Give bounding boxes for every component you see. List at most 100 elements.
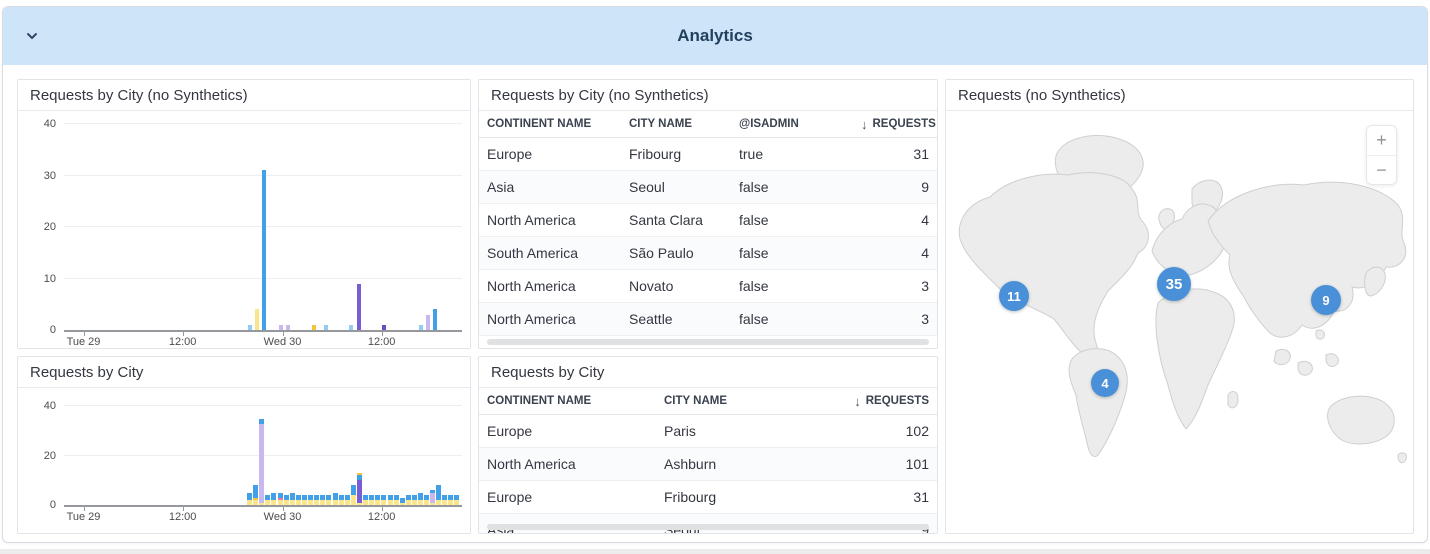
panel-title: Requests by City (no Synthetics) (18, 80, 470, 111)
bar-segment-blue (448, 495, 453, 500)
bar-segment-blue (314, 495, 319, 500)
x-axis-label: Wed 30 (264, 336, 302, 348)
bar-segment-yellow (345, 500, 350, 505)
bar-segment-lavender (426, 315, 430, 330)
panel-table-no-synthetics: Requests by City (no Synthetics) CONTINE… (478, 79, 938, 349)
bar-segment-blue (454, 495, 459, 500)
analytics-section: Analytics Requests by City (no Synthetic… (2, 6, 1428, 543)
bar-segment-yellow (326, 500, 331, 505)
column-header-label: REQUESTS (873, 118, 936, 130)
gridline (64, 123, 462, 124)
x-axis: Tue 2912:00Wed 3012:00 (64, 507, 462, 527)
table-row: North AmericaSeattlefalse3 (479, 303, 937, 336)
table-row: North AmericaAshburn101 (479, 448, 937, 481)
table-cell: false (731, 212, 853, 228)
map-bubble[interactable]: 35 (1157, 267, 1191, 301)
chevron-down-icon[interactable] (21, 25, 43, 47)
bar-segment-blue (436, 485, 441, 500)
bar-segment-blue (412, 495, 417, 500)
y-axis-label: 40 (44, 118, 56, 130)
horizontal-scrollbar[interactable] (487, 339, 929, 345)
map-bubble[interactable]: 11 (999, 281, 1029, 311)
bar-segment-purple (357, 284, 361, 330)
table-cell: Europe (479, 489, 656, 505)
bar-segment-lightblue (324, 325, 328, 330)
table-cell: 102 (842, 423, 937, 439)
x-axis-label: Tue 29 (67, 511, 101, 523)
bar-segment-lightblue (419, 325, 423, 330)
bar-segment-blue (375, 495, 380, 500)
sort-desc-icon[interactable]: ↓ (854, 394, 861, 409)
bar-segment-blue (369, 495, 374, 500)
bar-chart-all: 02040Tue 2912:00Wed 3012:00 (18, 388, 470, 527)
bar-segment-yellow (265, 500, 270, 505)
bar-chart-no-synthetics: 010203040Tue 2912:00Wed 3012:00 (18, 111, 470, 349)
table-cell: Seoul (621, 179, 731, 195)
bar-segment-blue (442, 495, 447, 500)
bar-segment-yellow (308, 500, 313, 505)
column-header-continent-name[interactable]: CONTINENT NAME (479, 118, 621, 130)
table-cell: South America (479, 245, 621, 261)
table-cell: false (731, 179, 853, 195)
bar-segment-yellow (296, 500, 301, 505)
bar-segment-blue (326, 495, 331, 500)
panel-title: Requests (no Synthetics) (946, 80, 1413, 111)
map-bubble[interactable]: 4 (1091, 369, 1119, 397)
bar-segment-blue (381, 495, 386, 500)
map-bubble[interactable]: 9 (1311, 285, 1341, 315)
table-row: North AmericaSanta Clarafalse4 (479, 204, 937, 237)
column-header-city-name[interactable]: CITY NAME (656, 395, 842, 407)
column-header-requests[interactable]: ↓ REQUESTS (842, 394, 937, 409)
bar-segment-blue (345, 495, 350, 500)
table-cell: false (731, 245, 853, 261)
bar-segment-yellow (255, 309, 259, 330)
gridline (64, 405, 462, 406)
chart-plot-area: 02040 (64, 395, 462, 507)
bar-segment-yellow (351, 495, 356, 505)
requests-table-no-synthetics: CONTINENT NAMECITY NAME @ISADMIN ↓ REQUESTS… (479, 111, 937, 336)
column-header-label: REQUESTS (866, 395, 929, 407)
table-cell: North America (479, 311, 621, 327)
table-cell: Europe (479, 423, 656, 439)
bar-segment-blue (271, 493, 276, 500)
y-axis-label: 10 (44, 273, 56, 285)
horizontal-scrollbar[interactable] (487, 524, 929, 530)
x-axis-label: 12:00 (169, 511, 197, 523)
table-row: North AmericaNovatofalse3 (479, 270, 937, 303)
bar-segment-yellow (363, 500, 368, 505)
zoom-in-button[interactable]: + (1367, 126, 1396, 155)
sort-desc-icon[interactable]: ↓ (861, 117, 868, 132)
bar-segment-yellow (333, 500, 338, 505)
bar-segment-yellow (369, 500, 374, 505)
bar-segment-blue (308, 495, 313, 500)
bar-segment-yellow (375, 500, 380, 505)
column-header-label: @ISADMIN (739, 118, 799, 130)
bar-segment-lightblue (349, 325, 353, 330)
bar-segment-yellow (394, 500, 399, 505)
bar-segment-blue (320, 495, 325, 500)
bar-segment-yellow (436, 500, 441, 505)
bar-segment-blue (296, 495, 301, 500)
requests-table-all: CONTINENT NAMECITY NAME ↓ REQUESTS EuropePa… (479, 388, 937, 534)
column-header-continent-name[interactable]: CONTINENT NAME (479, 395, 656, 407)
column-header-requests[interactable]: ↓ REQUESTS (853, 117, 938, 132)
bar-segment-yellow (400, 503, 405, 505)
table-cell: 9 (853, 179, 937, 195)
bar-segment-blue (388, 495, 393, 500)
column-header--isadmin[interactable]: @ISADMIN (731, 118, 853, 130)
bar-segment-lavender (279, 325, 283, 330)
bar-segment-yellow (290, 500, 295, 505)
panel-title: Requests by City (no Synthetics) (479, 80, 937, 111)
bar-segment-yellow (424, 500, 429, 505)
bar-segment-yellow (259, 503, 264, 505)
bar-segment-yellow (320, 500, 325, 505)
table-row: EuropeParis102 (479, 415, 937, 448)
table-cell: North America (479, 278, 621, 294)
bar-segment-darkpurple (382, 325, 386, 330)
zoom-out-button[interactable]: − (1367, 155, 1396, 184)
panel-chart-all: Requests by City 02040Tue 2912:00Wed 301… (17, 356, 471, 534)
bar-segment-yellow (388, 500, 393, 505)
column-header-city-name[interactable]: CITY NAME (621, 118, 731, 130)
bar-segment-yellow (406, 500, 411, 505)
bar-segment-blue (290, 493, 295, 500)
